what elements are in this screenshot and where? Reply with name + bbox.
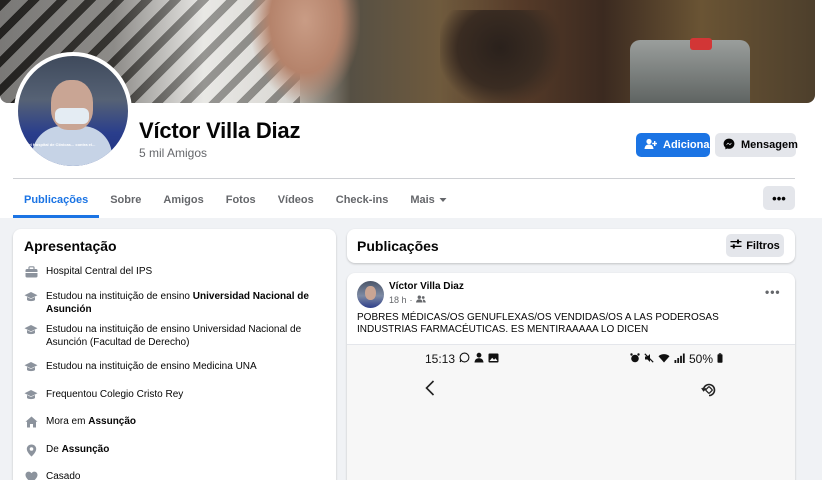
tab-label: Mais <box>410 194 435 206</box>
phone-status-right: 50% <box>630 352 723 366</box>
battery-level: 50% <box>689 352 714 366</box>
publications-header: Publicações Filtros <box>347 229 795 263</box>
publications-title: Publicações <box>357 238 439 254</box>
post-image[interactable]: 15:13 50% <box>347 344 795 480</box>
intro-title: Apresentação <box>24 238 117 254</box>
phone-status-left: 15:13 <box>425 352 499 366</box>
intro-item-work: Hospital Central del IPS <box>24 265 324 279</box>
cover-thermos-cap <box>690 38 712 50</box>
back-arrow-icon <box>425 380 435 401</box>
messenger-icon <box>723 138 735 153</box>
intro-item-text: De <box>46 444 62 455</box>
tab-publicacoes[interactable]: Publicações <box>13 182 100 218</box>
gallery-icon <box>488 352 499 366</box>
intro-item-link[interactable]: Assunção <box>62 444 110 455</box>
tab-label: Amigos <box>163 194 204 206</box>
intro-item-from: De Assunção <box>24 443 324 457</box>
cover-figure <box>440 10 560 103</box>
dot-separator: · <box>409 295 413 305</box>
more-options-button[interactable]: ••• <box>763 186 795 210</box>
post-timestamp[interactable]: 18 h <box>389 295 407 305</box>
intro-item-text: Casado <box>46 471 81 480</box>
post-card: Víctor Villa Diaz 18 h · ••• POBRES MÉDI… <box>347 273 795 480</box>
intro-item-text: Frequentou Colegio Cristo Rey <box>46 389 184 400</box>
tab-amigos[interactable]: Amigos <box>152 182 214 218</box>
tab-label: Vídeos <box>277 194 314 206</box>
tab-check-ins[interactable]: Check-ins <box>325 182 400 218</box>
friends-audience-icon <box>415 295 426 305</box>
tab-mais[interactable]: Mais <box>399 182 457 218</box>
friends-count[interactable]: 5 mil Amigos <box>139 146 207 160</box>
filter-sliders-icon <box>730 239 742 252</box>
avatar-mask <box>55 108 89 124</box>
location-pin-icon <box>24 443 38 457</box>
intro-item-education: Estudou na instituição de ensino Univers… <box>24 290 324 316</box>
add-friend-label: Adicionar <box>663 139 714 151</box>
intro-item-education: Frequentou Colegio Cristo Rey <box>24 388 324 402</box>
post-options-button[interactable]: ••• <box>765 285 781 299</box>
cover-thermos <box>630 40 750 103</box>
intro-item-relationship: Casado <box>24 470 324 480</box>
rotate-screen-icon <box>701 382 717 403</box>
header-divider <box>13 178 795 179</box>
avatar-caption: del Hospital de Clínicas... contra el... <box>26 142 96 147</box>
post-text: POBRES MÉDICAS/OS GENUFLEXAS/OS VENDIDAS… <box>357 312 719 335</box>
education-icon <box>24 360 38 374</box>
intro-item-education: Estudou na instituição de ensino Univers… <box>24 323 324 349</box>
tab-label: Check-ins <box>335 194 389 206</box>
post-author-name[interactable]: Víctor Villa Diaz <box>389 281 464 292</box>
profile-avatar[interactable]: del Hospital de Clínicas... contra el... <box>14 52 132 170</box>
tab-videos[interactable]: Vídeos <box>267 182 325 218</box>
intro-item-text: Estudou na instituição de ensino Univers… <box>46 324 302 348</box>
tab-fotos[interactable]: Fotos <box>215 182 267 218</box>
tab-label: Fotos <box>225 194 256 206</box>
mute-icon <box>644 352 654 366</box>
caret-down-icon <box>439 194 447 206</box>
home-icon <box>24 415 38 429</box>
education-icon <box>24 323 38 337</box>
battery-icon <box>717 352 723 366</box>
whatsapp-icon <box>459 352 470 366</box>
alarm-icon <box>630 352 640 366</box>
intro-item-text: Estudou na instituição de ensino Medicin… <box>46 361 257 372</box>
tab-label: Sobre <box>110 194 142 206</box>
intro-item-link[interactable]: Assunção <box>88 416 136 427</box>
post-author-avatar[interactable] <box>357 281 384 308</box>
profile-tabs: Publicações Sobre Amigos Fotos Vídeos Ch… <box>13 182 458 218</box>
wifi-icon <box>658 352 670 366</box>
education-icon <box>24 388 38 402</box>
intro-card: Apresentação Hospital Central del IPS Es… <box>13 229 336 480</box>
work-icon <box>24 265 38 279</box>
add-friend-icon <box>644 138 658 153</box>
filters-button[interactable]: Filtros <box>726 234 784 257</box>
tab-sobre[interactable]: Sobre <box>99 182 152 218</box>
cover-face <box>250 0 360 103</box>
contact-icon <box>474 352 484 366</box>
intro-item-text: Mora em <box>46 416 89 427</box>
intro-item-lives-in: Mora em Assunção <box>24 415 324 429</box>
post-meta: 18 h · <box>389 295 426 305</box>
add-friend-button[interactable]: Adicionar <box>636 133 714 157</box>
intro-item-text: Hospital Central del IPS <box>46 266 153 277</box>
phone-clock: 15:13 <box>425 352 456 366</box>
filters-label: Filtros <box>746 239 780 252</box>
profile-name: Víctor Villa Diaz <box>139 118 301 143</box>
intro-item-text: Estudou na instituição de ensino <box>46 291 193 302</box>
message-label: Mensagem <box>741 139 798 151</box>
intro-item-education: Estudou na instituição de ensino Medicin… <box>24 360 324 374</box>
heart-icon <box>24 470 38 480</box>
signal-icon <box>674 352 685 366</box>
message-button[interactable]: Mensagem <box>715 133 798 157</box>
education-icon <box>24 290 38 304</box>
tab-label: Publicações <box>24 194 89 206</box>
